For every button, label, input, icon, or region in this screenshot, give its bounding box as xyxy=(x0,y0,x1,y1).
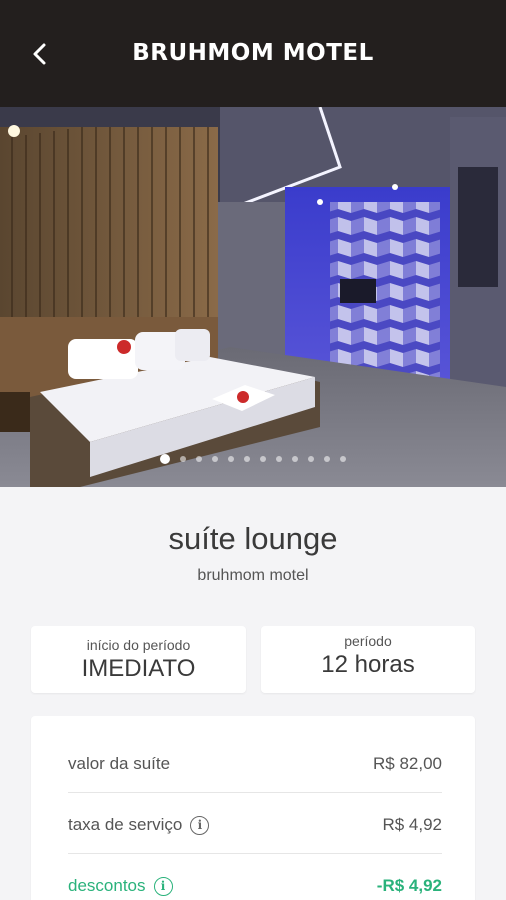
motel-name: bruhmom motel xyxy=(197,567,309,584)
info-icon[interactable]: i xyxy=(190,815,210,835)
suite-details: suíte lounge bruhmom motel início do per… xyxy=(0,487,506,900)
carousel-dot[interactable] xyxy=(244,456,250,462)
carousel-dot[interactable] xyxy=(292,456,298,462)
period-value: 12 horas xyxy=(321,651,415,678)
app-header: BRUHMOM MOTEL xyxy=(0,0,506,107)
carousel-dot[interactable] xyxy=(228,456,234,462)
suite-price-value: R$ 82,00 xyxy=(373,754,442,773)
price-row-service-fee: taxa de serviço i R$ 4,92 xyxy=(68,795,442,855)
price-row-suite: valor da suíte R$ 82,00 xyxy=(68,734,442,794)
period-start-value: IMEDIATO xyxy=(81,655,196,682)
price-row-discounts: descontos i -R$ 4,92 xyxy=(68,856,442,900)
carousel-dot[interactable] xyxy=(180,456,186,462)
carousel-dot[interactable] xyxy=(276,456,282,462)
price-summary-card: valor da suíte R$ 82,00 taxa de serviço … xyxy=(31,716,475,900)
suite-price-label: valor da suíte xyxy=(68,754,171,773)
carousel-dot[interactable] xyxy=(340,456,346,462)
discounts-label: descontos xyxy=(68,876,146,895)
service-fee-label: taxa de serviço xyxy=(68,815,183,834)
discounts-label-group: descontos i xyxy=(68,876,173,896)
discounts-value: -R$ 4,92 xyxy=(376,876,442,895)
period-start-label: início do período xyxy=(86,637,191,653)
suite-name: suíte lounge xyxy=(168,521,338,556)
period-start-card[interactable]: início do período IMEDIATO xyxy=(31,626,246,693)
carousel-dot[interactable] xyxy=(324,456,330,462)
carousel-pagination xyxy=(0,452,506,466)
period-card[interactable]: período 12 horas xyxy=(261,626,475,693)
divider xyxy=(68,853,442,854)
carousel-dot[interactable] xyxy=(196,456,202,462)
suite-photo xyxy=(0,107,506,487)
carousel-dot[interactable] xyxy=(308,456,314,462)
suite-photo-carousel[interactable] xyxy=(0,107,506,487)
info-icon[interactable]: i xyxy=(153,876,173,896)
page-title: BRUHMOM MOTEL xyxy=(132,40,374,66)
service-fee-label-group: taxa de serviço i xyxy=(68,815,210,835)
carousel-dot[interactable] xyxy=(260,456,266,462)
period-label: período xyxy=(344,633,392,649)
carousel-dot[interactable] xyxy=(160,454,170,464)
service-fee-value: R$ 4,92 xyxy=(382,815,442,834)
divider xyxy=(68,792,442,793)
carousel-dot[interactable] xyxy=(212,456,218,462)
